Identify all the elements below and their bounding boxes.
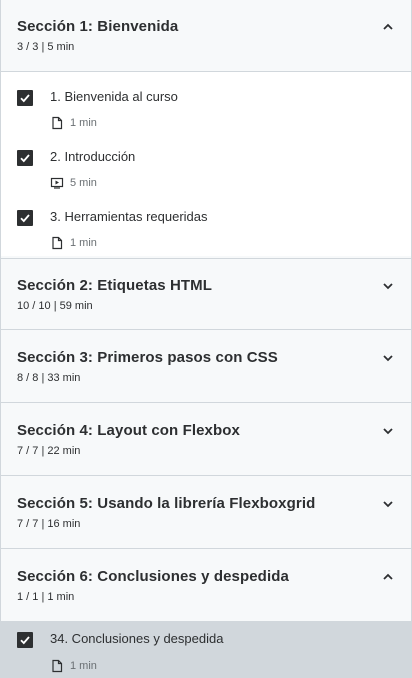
section-meta: 8 / 8 | 33 min [17, 372, 81, 384]
section-2-header[interactable]: Sección 2: Etiquetas HTML 10 / 10 | 59 m… [1, 258, 411, 330]
completed-checkbox[interactable] [17, 90, 33, 106]
lecture-title: 3. Herramientas requeridas [50, 209, 208, 224]
section-meta: 7 / 7 | 16 min [17, 518, 81, 530]
lecture-item-current[interactable]: 34. Conclusiones y despedida 1 min [1, 622, 411, 678]
section-1-header[interactable]: Sección 1: Bienvenida 3 / 3 | 5 min [1, 0, 411, 72]
document-icon [52, 659, 63, 673]
completed-checkbox[interactable] [17, 632, 33, 648]
chevron-down-icon[interactable] [381, 351, 395, 365]
section-meta: 1 / 1 | 1 min [17, 591, 75, 603]
completed-checkbox[interactable] [17, 150, 33, 166]
section-4-header[interactable]: Sección 4: Layout con Flexbox 7 / 7 | 22… [1, 404, 411, 476]
lecture-duration: 1 min [70, 237, 97, 249]
section-meta: 7 / 7 | 22 min [17, 445, 81, 457]
chevron-down-icon[interactable] [381, 497, 395, 511]
lecture-meta: 1 min [50, 236, 97, 250]
lecture-meta: 1 min [50, 659, 97, 673]
lecture-title: 2. Introducción [50, 149, 136, 164]
lecture-title: 1. Bienvenida al curso [50, 89, 178, 104]
chevron-up-icon[interactable] [381, 20, 395, 34]
section-6-header[interactable]: Sección 6: Conclusiones y despedida 1 / … [1, 550, 411, 622]
chevron-down-icon[interactable] [381, 279, 395, 293]
chevron-down-icon[interactable] [381, 424, 395, 438]
lecture-item[interactable]: 1. Bienvenida al curso 1 min [1, 76, 411, 136]
document-icon [52, 236, 63, 250]
lecture-duration: 5 min [70, 177, 97, 189]
section-title: Sección 6: Conclusiones y despedida [17, 568, 289, 585]
lecture-meta: 5 min [50, 176, 97, 190]
lecture-meta: 1 min [50, 116, 97, 130]
section-meta: 3 / 3 | 5 min [17, 41, 75, 53]
section-title: Sección 1: Bienvenida [17, 18, 179, 35]
lecture-title: 34. Conclusiones y despedida [50, 631, 224, 646]
video-icon [50, 177, 64, 189]
section-6-items: 34. Conclusiones y despedida 1 min [1, 622, 411, 678]
lecture-item[interactable]: 3. Herramientas requeridas 1 min [1, 196, 411, 256]
section-3-header[interactable]: Sección 3: Primeros pasos con CSS 8 / 8 … [1, 331, 411, 403]
section-meta: 10 / 10 | 59 min [17, 300, 93, 312]
lecture-duration: 1 min [70, 660, 97, 672]
completed-checkbox[interactable] [17, 210, 33, 226]
chevron-up-icon[interactable] [381, 570, 395, 584]
lecture-item[interactable]: 2. Introducción 5 min [1, 136, 411, 196]
lecture-duration: 1 min [70, 117, 97, 129]
section-title: Sección 4: Layout con Flexbox [17, 422, 240, 439]
course-content-panel: Sección 1: Bienvenida 3 / 3 | 5 min 1. B… [0, 0, 412, 678]
section-1-items: 1. Bienvenida al curso 1 min 2. Introduc… [1, 72, 411, 256]
section-title: Sección 2: Etiquetas HTML [17, 277, 213, 294]
document-icon [52, 116, 63, 130]
section-5-header[interactable]: Sección 5: Usando la librería Flexboxgri… [1, 477, 411, 549]
section-title: Sección 5: Usando la librería Flexboxgri… [17, 495, 316, 512]
section-title: Sección 3: Primeros pasos con CSS [17, 349, 278, 366]
